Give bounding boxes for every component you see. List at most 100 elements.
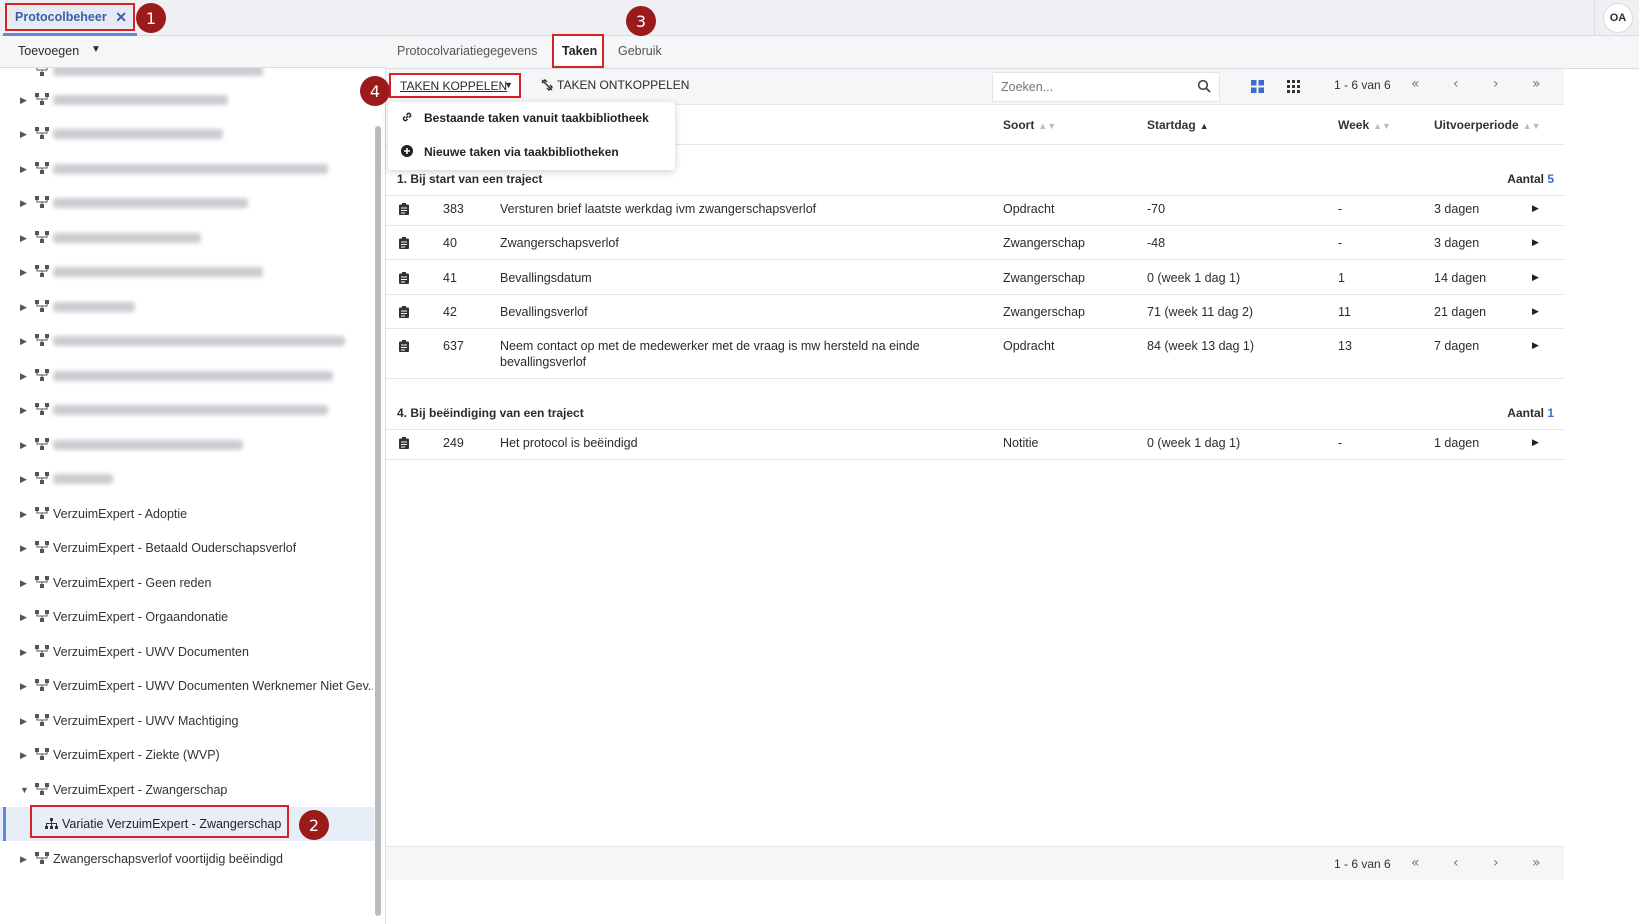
expand-icon[interactable]: ▶ — [20, 578, 27, 589]
tree-item[interactable]: ▶ VerzuimExpert - Geen reden — [0, 566, 374, 600]
prev-page-button[interactable]: ‹ — [1453, 76, 1459, 92]
avatar[interactable]: OA — [1603, 3, 1633, 33]
link-icon — [402, 112, 412, 122]
first-page-button[interactable]: « — [1411, 76, 1420, 92]
search-input[interactable] — [993, 73, 1183, 101]
taken-koppelen-button[interactable]: TAKEN KOPPELEN ▼ — [389, 73, 521, 98]
search-icon[interactable] — [1197, 79, 1211, 93]
collapse-icon[interactable]: ▼ — [20, 785, 29, 795]
tree-item-blurred[interactable]: ▶ — [0, 117, 374, 151]
column-uitvoerperiode[interactable]: Uitvoerperiode ▲▼ — [1434, 118, 1541, 132]
tree-item[interactable]: ▶ VerzuimExpert - Betaald Ouderschapsver… — [0, 531, 374, 565]
expand-icon[interactable]: ▶ — [20, 647, 27, 658]
last-page-button[interactable]: » — [1532, 76, 1541, 92]
expand-icon[interactable]: ▶ — [20, 854, 27, 865]
tree-item-blurred[interactable]: ▶ — [0, 393, 374, 427]
expand-icon[interactable]: ▶ — [20, 509, 27, 520]
unlink-icon — [541, 78, 554, 92]
expand-icon[interactable]: ▶ — [20, 440, 27, 451]
taken-ontkoppelen-label: TAKEN ONTKOPPELEN — [557, 78, 690, 92]
tree-item[interactable]: ▶ VerzuimExpert - Ziekte (WVP) — [0, 738, 374, 772]
tree-item[interactable]: ▶ Zwangerschapsverlof voortijdig beëindi… — [0, 842, 374, 876]
tree-item-expanded[interactable]: ▼ VerzuimExpert - Zwangerschap — [0, 773, 374, 807]
tree-item-blurred[interactable]: ▶ — [0, 462, 374, 496]
hierarchy-icon — [35, 507, 49, 519]
cell-uitvoerperiode: 1 dagen — [1434, 436, 1480, 450]
column-soort[interactable]: Soort ▲▼ — [1003, 118, 1056, 132]
cell-week: - — [1338, 236, 1343, 250]
expand-icon[interactable]: ▶ — [20, 336, 27, 347]
grid-small-icon[interactable] — [1287, 80, 1300, 93]
scrollbar[interactable] — [375, 126, 381, 916]
expand-icon[interactable]: ▶ — [20, 474, 27, 485]
cell-id: 249 — [443, 436, 464, 450]
menu-item-nieuwe-taken[interactable]: Nieuwe taken via taakbibliotheken — [388, 136, 675, 170]
search-box[interactable] — [992, 72, 1220, 102]
expand-icon[interactable]: ▶ — [20, 302, 27, 313]
table-row[interactable]: 41 Bevallingsdatum Zwangerschap 0 (week … — [386, 260, 1564, 295]
taken-ontkoppelen-button[interactable]: TAKEN ONTKOPPELEN — [541, 78, 689, 92]
tab-taken[interactable]: Taken — [552, 34, 604, 68]
tab-gebruik[interactable]: Gebruik — [618, 44, 662, 58]
group-header: 4. Bij beëindiging van een traject Aanta… — [386, 396, 1564, 430]
hierarchy-icon — [35, 438, 49, 450]
tree-item-blurred[interactable]: ▶ — [0, 186, 374, 220]
hierarchy-icon — [35, 196, 49, 208]
tree-item-blurred[interactable]: ▶ — [0, 83, 374, 117]
tree-item[interactable]: ▶ VerzuimExpert - UWV Machtiging — [0, 704, 374, 738]
grid-large-icon[interactable] — [1251, 80, 1264, 93]
tree-item-blurred[interactable]: ▶ — [0, 428, 374, 462]
app-tab-protocolbeheer[interactable]: Protocolbeheer ✕ — [5, 3, 135, 31]
expand-icon[interactable]: ▶ — [20, 129, 27, 140]
tree-item-blurred[interactable]: ▶ — [0, 324, 374, 358]
table-row[interactable]: 40 Zwangerschapsverlof Zwangerschap -48 … — [386, 226, 1564, 260]
next-page-button[interactable]: › — [1493, 76, 1499, 92]
column-startdag[interactable]: Startdag ▲ — [1147, 118, 1209, 132]
expand-icon[interactable]: ▶ — [20, 543, 27, 554]
first-page-button[interactable]: « — [1411, 855, 1420, 871]
caret-right-icon[interactable]: ▶ — [1532, 437, 1539, 448]
cell-uitvoerperiode: 3 dagen — [1434, 202, 1480, 216]
expand-icon[interactable]: ▶ — [20, 612, 27, 623]
expand-icon[interactable]: ▶ — [20, 95, 27, 106]
expand-icon[interactable]: ▶ — [20, 198, 27, 209]
column-soort-label: Soort — [1003, 118, 1035, 132]
tree-item[interactable]: ▶ VerzuimExpert - UWV Documenten — [0, 635, 374, 669]
expand-icon[interactable]: ▶ — [20, 371, 27, 382]
expand-icon[interactable]: ▶ — [20, 164, 27, 175]
tree-item-blurred[interactable]: ▶ — [0, 359, 374, 393]
table-row[interactable]: 383 Versturen brief laatste werkdag ivm … — [386, 191, 1564, 226]
caret-right-icon[interactable]: ▶ — [1532, 272, 1539, 283]
clipboard-icon — [399, 340, 409, 352]
table-row[interactable]: 249 Het protocol is beëindigd Notitie 0 … — [386, 426, 1564, 460]
table-row[interactable]: 42 Bevallingsverlof Zwangerschap 71 (wee… — [386, 295, 1564, 329]
expand-icon[interactable]: ▶ — [20, 405, 27, 416]
marker-1: 1 — [136, 3, 166, 33]
expand-icon[interactable]: ▶ — [20, 233, 27, 244]
caret-right-icon[interactable]: ▶ — [1532, 306, 1539, 317]
caret-right-icon[interactable]: ▶ — [1532, 237, 1539, 248]
tree-item-blurred[interactable]: ▶ — [0, 221, 374, 255]
tree-item-blurred[interactable]: ▶ — [0, 290, 374, 324]
caret-right-icon[interactable]: ▶ — [1532, 340, 1539, 351]
expand-icon[interactable]: ▶ — [20, 267, 27, 278]
tree-item-blurred[interactable]: ▶ — [0, 152, 374, 186]
add-dropdown[interactable]: Toevoegen ▼ — [0, 36, 386, 68]
tab-protocolvariatiegegevens[interactable]: Protocolvariatiegegevens — [397, 44, 537, 58]
tree-item-blurred[interactable]: ▶ — [0, 255, 374, 289]
expand-icon[interactable]: ▶ — [20, 681, 27, 692]
tree-item[interactable]: ▶ VerzuimExpert - Adoptie — [0, 497, 374, 531]
close-icon[interactable]: ✕ — [115, 9, 127, 26]
caret-right-icon[interactable]: ▶ — [1532, 203, 1539, 214]
column-week[interactable]: Week ▲▼ — [1338, 118, 1391, 132]
next-page-button[interactable]: › — [1493, 855, 1499, 871]
expand-icon[interactable]: ▶ — [20, 750, 27, 761]
last-page-button[interactable]: » — [1532, 855, 1541, 871]
tree-item[interactable]: ▶ VerzuimExpert - Orgaandonatie — [0, 600, 374, 634]
tree-item[interactable]: ▶ VerzuimExpert - UWV Documenten Werknem… — [0, 669, 374, 703]
cell-name: Versturen brief laatste werkdag ivm zwan… — [500, 202, 817, 216]
expand-icon[interactable]: ▶ — [20, 716, 27, 727]
menu-item-bestaande-taken[interactable]: Bestaande taken vanuit taakbibliotheek — [388, 102, 675, 136]
prev-page-button[interactable]: ‹ — [1453, 855, 1459, 871]
table-row[interactable]: 637 Neem contact op met de medewerker me… — [386, 329, 1564, 379]
